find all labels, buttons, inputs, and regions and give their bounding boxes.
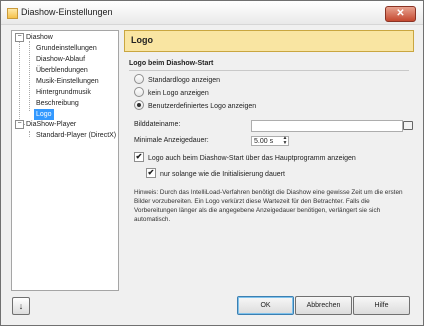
collapse-toggle-icon[interactable]: − xyxy=(15,32,24,42)
tree-line xyxy=(29,131,30,137)
filename-label: Bilddateiname: xyxy=(134,121,181,128)
settings-dialog: Diashow-Einstellungen ✕ − Diashow Grundei… xyxy=(0,0,424,326)
duration-label: Minimale Anzeigedauer: xyxy=(134,137,209,144)
logo-settings-panel: Logo Logo beim Diashow-Start Standardlog… xyxy=(124,30,414,289)
title-bar: Diashow-Einstellungen ✕ xyxy=(1,1,423,25)
radio-label: Benutzerdefiniertes Logo anzeigen xyxy=(148,102,257,110)
tree-node-label: Diashow xyxy=(26,34,53,41)
radio-button[interactable] xyxy=(134,74,144,84)
close-button[interactable]: ✕ xyxy=(385,6,416,22)
arrow-down-icon: ↓ xyxy=(18,301,24,311)
help-button[interactable]: Hilfe xyxy=(353,296,410,315)
filename-input[interactable] xyxy=(251,120,403,132)
checkbox-label: nur solange wie die Initialisierung daue… xyxy=(160,170,285,178)
app-icon xyxy=(7,8,18,19)
radio-label: Standardlogo anzeigen xyxy=(148,76,221,84)
radio-button-selected[interactable] xyxy=(134,100,144,110)
help-arrow-button[interactable]: ↓ xyxy=(12,297,30,315)
radio-standard-logo[interactable]: Standardlogo anzeigen xyxy=(134,74,221,85)
tree-item-ueberblendungen[interactable]: Überblendungen xyxy=(34,65,90,76)
section-divider xyxy=(129,70,409,71)
tree-item-grundeinstellungen[interactable]: Grundeinstellungen xyxy=(34,43,99,54)
section-title: Logo beim Diashow-Start xyxy=(129,60,214,67)
checkbox-label: Logo auch beim Diashow-Start über das Ha… xyxy=(148,154,356,162)
tree-line xyxy=(19,42,20,125)
tree-item-beschreibung[interactable]: Beschreibung xyxy=(34,98,81,109)
tree-item-diashow-ablauf[interactable]: Diashow-Ablauf xyxy=(34,54,87,65)
tree-line xyxy=(29,41,30,111)
radio-button[interactable] xyxy=(134,87,144,97)
checkbox-only-during-init[interactable]: ✔ nur solange wie die Initialisierung dau… xyxy=(146,168,285,179)
checkbox-checked[interactable]: ✔ xyxy=(146,168,156,178)
folder-icon[interactable] xyxy=(403,121,413,130)
radio-custom-logo[interactable]: Benutzerdefiniertes Logo anzeigen xyxy=(134,100,257,111)
tree-node-diashow[interactable]: − Diashow xyxy=(15,32,53,43)
tree-item-musik-einstellungen[interactable]: Musik-Einstellungen xyxy=(34,76,101,87)
tree-item-standard-player[interactable]: Standard-Player (DirectX) xyxy=(34,130,118,141)
checkbox-show-from-main[interactable]: ✔ Logo auch beim Diashow-Start über das H… xyxy=(134,152,356,163)
duration-spinner[interactable]: ▲ ▼ xyxy=(281,136,289,146)
checkbox-checked[interactable]: ✔ xyxy=(134,152,144,162)
settings-tree[interactable]: − Diashow Grundeinstellungen Diashow-Abla… xyxy=(11,30,119,291)
collapse-toggle-icon[interactable]: − xyxy=(15,119,24,129)
window-title: Diashow-Einstellungen xyxy=(21,7,113,17)
radio-label: kein Logo anzeigen xyxy=(148,89,209,97)
page-header: Logo xyxy=(124,30,414,52)
page-title: Logo xyxy=(131,35,153,45)
ok-button[interactable]: OK xyxy=(237,296,294,315)
tree-node-diashow-player[interactable]: − DiaShow-Player xyxy=(15,119,76,130)
spin-down-icon[interactable]: ▼ xyxy=(281,141,289,146)
close-icon: ✕ xyxy=(396,8,405,19)
tree-node-label: DiaShow-Player xyxy=(26,121,77,128)
cancel-button[interactable]: Abbrechen xyxy=(295,296,352,315)
hint-text: Hinweis: Durch das IntelliLoad-Verfahren… xyxy=(134,189,403,223)
tree-item-hintergrundmusik[interactable]: Hintergrundmusik xyxy=(34,87,93,98)
radio-no-logo[interactable]: kein Logo anzeigen xyxy=(134,87,209,98)
